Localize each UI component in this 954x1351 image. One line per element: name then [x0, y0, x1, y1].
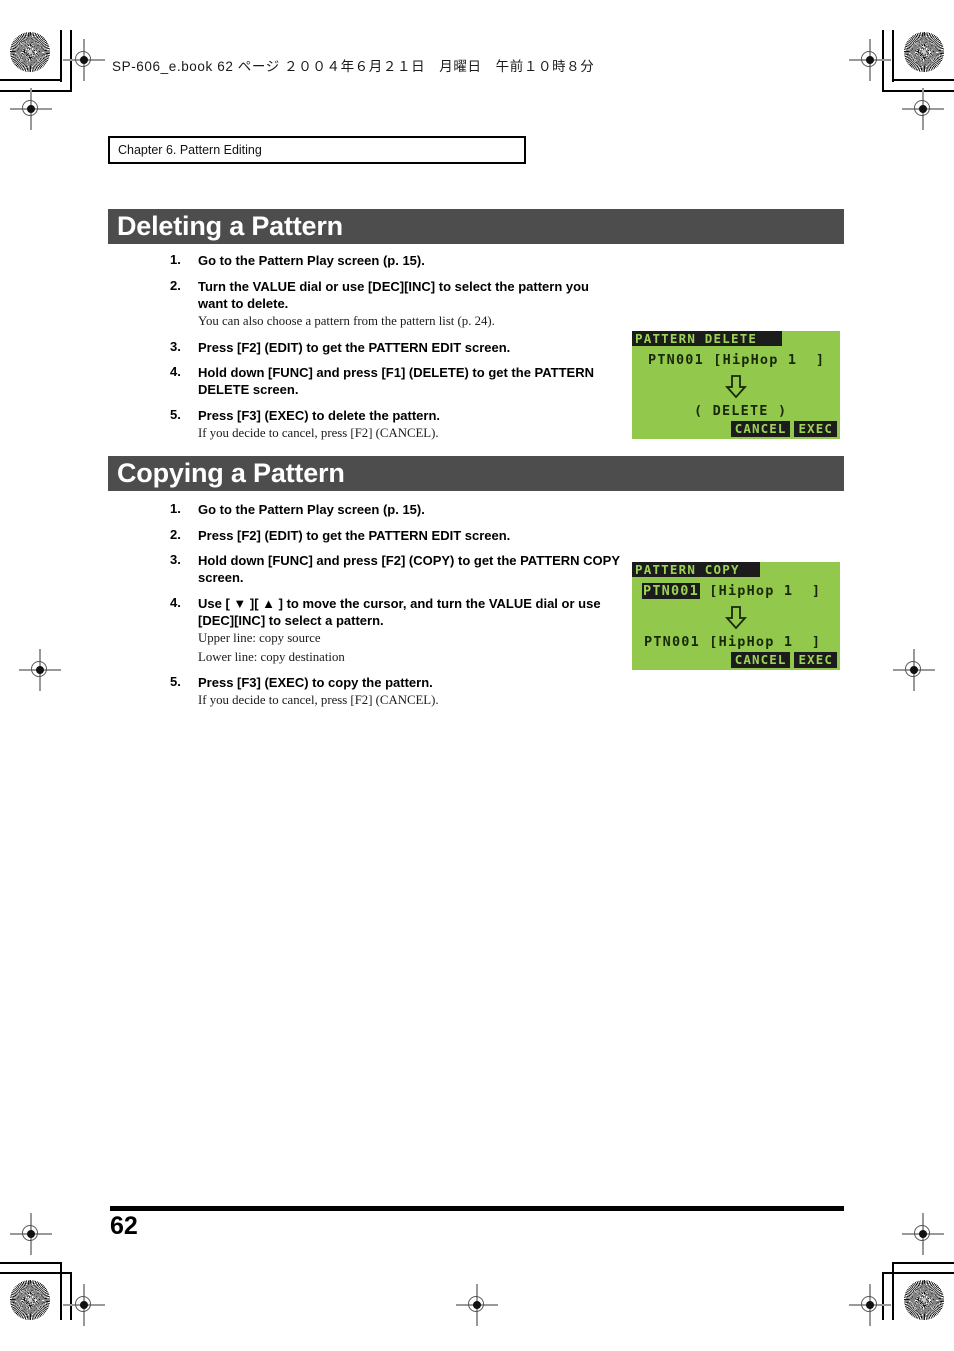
- crop-mark-tl-v1: [60, 30, 62, 82]
- steps-list-deleting: 1. Go to the Pattern Play screen (p. 15)…: [170, 252, 620, 451]
- step-title: Press [F2] (EDIT) to get the PATTERN EDI…: [198, 527, 511, 543]
- registration-crosshair-upper-left: [10, 88, 52, 130]
- registration-crosshair-mid-right: [893, 649, 935, 691]
- step-number: 5.: [170, 407, 181, 423]
- step-title: Hold down [FUNC] and press [F2] (COPY) t…: [198, 553, 620, 586]
- step-note: If you decide to cancel, press [F2] (CAN…: [198, 426, 439, 441]
- registration-crosshair-upper-right: [902, 88, 944, 130]
- registration-crosshair-lower-left: [10, 1213, 52, 1255]
- registration-crosshair-bottom-right: [849, 1284, 891, 1326]
- chapter-title-box: Chapter 6. Pattern Editing: [108, 136, 526, 164]
- footer-divider: [110, 1206, 844, 1211]
- registration-burst-top-left: [10, 32, 50, 72]
- step-title: Press [F2] (EDIT) to get the PATTERN EDI…: [198, 339, 511, 355]
- step-number: 2.: [170, 526, 181, 542]
- step-title: Turn the VALUE dial or use [DEC][INC] to…: [198, 278, 589, 311]
- crop-mark-bl-v1: [60, 1262, 62, 1320]
- lcd-softkey-row: CANCEL EXEC: [730, 652, 837, 668]
- step-note: You can also choose a pattern from the p…: [198, 313, 495, 328]
- step-title: Press [F3] (EXEC) to delete the pattern.: [198, 408, 440, 424]
- section-heading-deleting-a-pattern: Deleting a Pattern: [108, 209, 844, 244]
- registration-crosshair-mid-left: [19, 649, 61, 691]
- section-title: Deleting a Pattern: [117, 211, 343, 241]
- registration-crosshair-top-right: [849, 39, 891, 81]
- lcd-cursor-highlight[interactable]: PTN001: [642, 583, 700, 599]
- crop-mark-tr-h2: [882, 90, 954, 92]
- step-title: Use [ ▼ ][ ▲ ] to move the cursor, and t…: [198, 596, 601, 629]
- step-title: Go to the Pattern Play screen (p. 15).: [198, 253, 425, 268]
- step-title: Press [F3] (EXEC) to copy the pattern.: [198, 675, 433, 691]
- softkey-cancel[interactable]: CANCEL: [730, 652, 791, 668]
- crop-mark-bl-h2: [0, 1272, 72, 1274]
- lcd-screen-pattern-delete: PATTERN DELETE PTN001 [HipHop 1 ] ( DELE…: [632, 331, 840, 439]
- lcd-line-pattern: PTN001 [HipHop 1 ]: [648, 352, 826, 368]
- crop-mark-br-v2: [882, 1272, 884, 1320]
- step-item: 2. Press [F2] (EDIT) to get the PATTERN …: [170, 527, 620, 544]
- step-item: 1. Go to the Pattern Play screen (p. 15)…: [170, 252, 620, 269]
- step-number: 3.: [170, 552, 181, 568]
- crop-mark-br-h2: [882, 1272, 954, 1274]
- step-number: 5.: [170, 674, 181, 690]
- registration-burst-bottom-left: [10, 1280, 50, 1320]
- book-header-line: SP-606_e.book 62 ページ ２００４年６月２１日 月曜日 午前１０…: [112, 59, 595, 74]
- step-item: 4. Use [ ▼ ][ ▲ ] to move the cursor, an…: [170, 595, 620, 666]
- step-title: Go to the Pattern Play screen (p. 15).: [198, 502, 425, 517]
- lcd-source-name: [HipHop 1 ]: [699, 583, 822, 599]
- registration-crosshair-bottom-center: [456, 1284, 498, 1326]
- down-arrow-icon: [725, 375, 747, 399]
- step-item: 1. Go to the Pattern Play screen (p. 15)…: [170, 501, 620, 518]
- steps-list-copying: 1. Go to the Pattern Play screen (p. 15)…: [170, 501, 620, 718]
- step-item: 5. Press [F3] (EXEC) to copy the pattern…: [170, 674, 620, 709]
- lcd-line-copy-destination[interactable]: PTN001 [HipHop 1 ]: [644, 634, 821, 650]
- step-note: Upper line: copy source: [198, 631, 321, 646]
- registration-crosshair-top-left: [63, 39, 105, 81]
- registration-crosshair-lower-right: [902, 1213, 944, 1255]
- step-number: 2.: [170, 277, 181, 293]
- crop-mark-tl-v2: [70, 30, 72, 92]
- crop-mark-bl-h1: [0, 1262, 62, 1264]
- step-number: 1.: [170, 501, 181, 516]
- page-number: 62: [110, 1212, 138, 1240]
- softkey-exec[interactable]: EXEC: [794, 421, 837, 437]
- step-item: 2. Turn the VALUE dial or use [DEC][INC]…: [170, 278, 620, 330]
- step-item: 3. Hold down [FUNC] and press [F2] (COPY…: [170, 552, 620, 586]
- step-number: 4.: [170, 364, 181, 380]
- crop-mark-bl-v2: [70, 1272, 72, 1320]
- crop-mark-tl-h2: [0, 90, 72, 92]
- step-note: Lower line: copy destination: [198, 649, 345, 664]
- step-item: 3. Press [F2] (EDIT) to get the PATTERN …: [170, 339, 620, 356]
- lcd-screen-pattern-copy: PATTERN COPY PTN001 [HipHop 1 ] PTN001 […: [632, 562, 840, 670]
- registration-burst-top-right: [904, 32, 944, 72]
- lcd-line-action: ( DELETE ): [694, 403, 788, 419]
- down-arrow-icon: [725, 606, 747, 630]
- lcd-softkey-row: CANCEL EXEC: [730, 421, 837, 437]
- softkey-exec[interactable]: EXEC: [794, 652, 837, 668]
- step-number: 3.: [170, 338, 181, 354]
- step-number: 4.: [170, 595, 181, 611]
- crop-mark-tr-h1: [892, 79, 954, 81]
- step-title: Hold down [FUNC] and press [F1] (DELETE)…: [198, 365, 594, 398]
- section-title: Copying a Pattern: [117, 458, 345, 488]
- crop-mark-br-v1: [892, 1262, 894, 1320]
- step-item: 5. Press [F3] (EXEC) to delete the patte…: [170, 407, 620, 442]
- lcd-title-bar: PATTERN DELETE: [632, 331, 782, 346]
- step-item: 4. Hold down [FUNC] and press [F1] (DELE…: [170, 364, 620, 398]
- softkey-cancel[interactable]: CANCEL: [730, 421, 791, 437]
- crop-mark-tr-v1: [892, 30, 894, 82]
- chapter-title: Chapter 6. Pattern Editing: [118, 143, 262, 157]
- registration-burst-bottom-right: [904, 1280, 944, 1320]
- step-note: If you decide to cancel, press [F2] (CAN…: [198, 693, 439, 708]
- crop-mark-br-h1: [892, 1262, 954, 1264]
- section-heading-copying-a-pattern: Copying a Pattern: [108, 456, 844, 491]
- step-number: 1.: [170, 252, 181, 267]
- crop-mark-tl-h1: [0, 79, 62, 81]
- lcd-title-bar: PATTERN COPY: [632, 562, 760, 577]
- lcd-line-copy-source: PTN001 [HipHop 1 ]: [642, 583, 821, 599]
- registration-crosshair-bottom-left: [63, 1284, 105, 1326]
- crop-mark-tr-v2: [882, 30, 884, 92]
